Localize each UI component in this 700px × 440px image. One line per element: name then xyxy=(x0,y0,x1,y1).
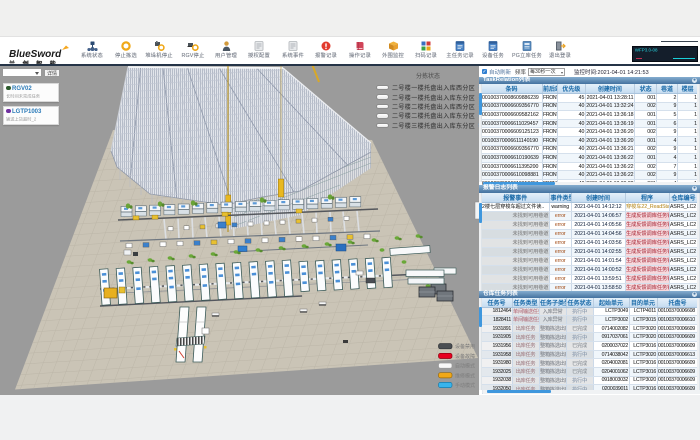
svg-text:自动模式: 自动模式 xyxy=(455,363,475,370)
svg-text:手动模式: 手动模式 xyxy=(455,382,475,389)
svg-text:维修模式: 维修模式 xyxy=(455,372,475,379)
svg-text:设备故障: 设备故障 xyxy=(455,353,475,360)
svg-text:设备禁用: 设备禁用 xyxy=(455,343,475,350)
